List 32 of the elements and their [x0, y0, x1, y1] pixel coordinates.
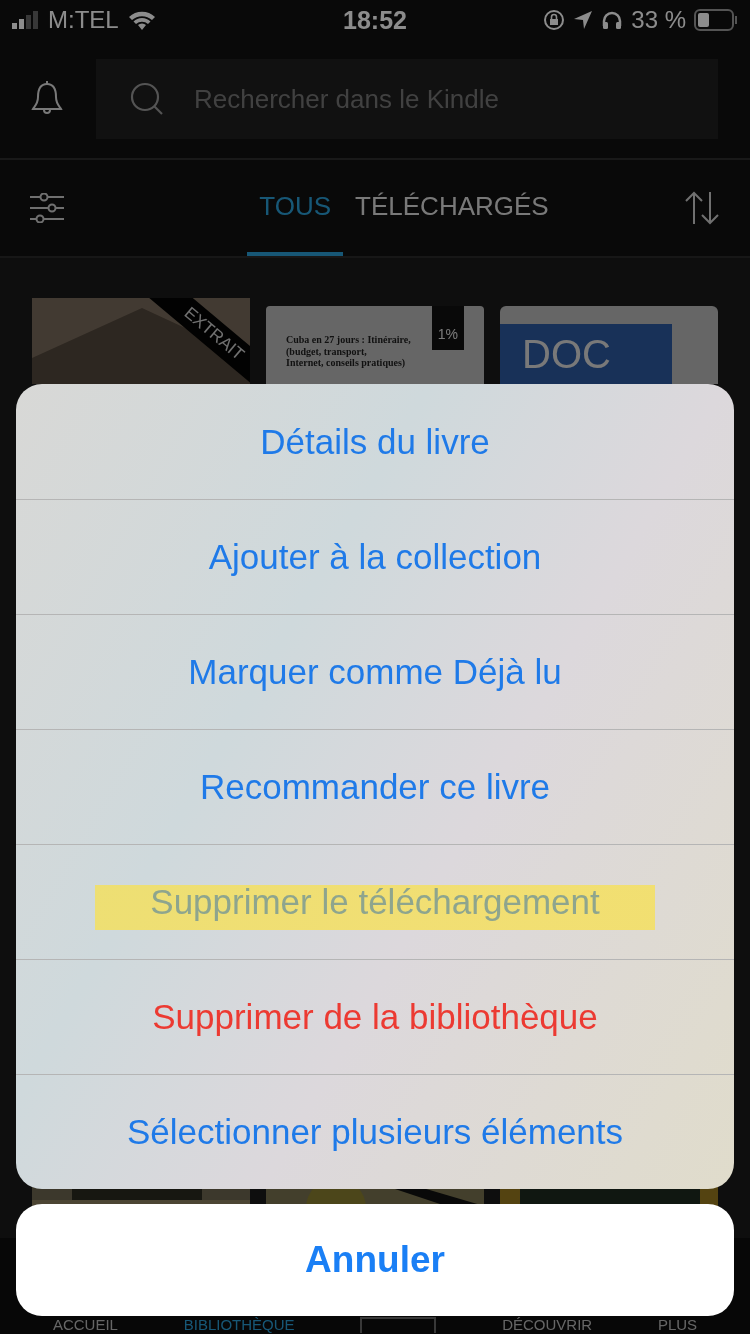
- battery-icon: [694, 9, 738, 31]
- carrier-name: M:TEL: [48, 6, 119, 34]
- document-cover[interactable]: Cuba en 27 jours : Itinéraire, (budget, transport, Internet, conseils pratiques) 1%: [266, 306, 484, 384]
- bottom-nav-tab[interactable]: ACCUEIL: [52, 1317, 118, 1333]
- document-title-line: Cuba en 27 jours : Itinéraire,: [286, 334, 412, 346]
- notification-bell-icon[interactable]: [30, 81, 64, 117]
- library-tab[interactable]: TOUS: [247, 160, 344, 256]
- action-sheet-option[interactable]: Supprimer de la bibliothèque: [16, 959, 734, 1074]
- bottom-nav-tab[interactable]: PLUS: [657, 1317, 698, 1333]
- filter-icon[interactable]: [30, 193, 64, 223]
- action-sheet-option[interactable]: Recommander ce livre: [16, 729, 734, 844]
- battery-percent: 33 %: [631, 6, 686, 34]
- signal-icon: [12, 11, 40, 29]
- bottom-nav-tab[interactable]: DÉCOUVRIR: [502, 1317, 593, 1333]
- location-icon: [573, 10, 594, 30]
- rotation-lock-icon: [543, 9, 566, 31]
- action-sheet-option[interactable]: Ajouter à la collection: [16, 499, 734, 614]
- search-icon: [130, 82, 164, 116]
- action-sheet-option[interactable]: Sélectionner plusieurs éléments: [16, 1074, 734, 1189]
- headphones-icon: [601, 10, 624, 30]
- clock-time: 18:52: [343, 5, 407, 35]
- doc-label: DOC: [500, 324, 672, 384]
- action-sheet-option[interactable]: Marquer comme Déjà lu: [16, 614, 734, 729]
- document-title-line: Internet, conseils pratiques): [286, 357, 407, 369]
- library-tab[interactable]: TÉLÉCHARGÉS: [343, 160, 561, 256]
- document-cover[interactable]: DOC: [500, 306, 718, 384]
- cancel-button[interactable]: Annuler: [16, 1204, 734, 1316]
- document-title-line: (budget, transport,: [286, 345, 368, 357]
- sort-icon[interactable]: [684, 191, 720, 225]
- action-sheet-option[interactable]: Détails du livre: [16, 384, 734, 499]
- bottom-nav-tab[interactable]: BIBLIOTHÈQUE: [183, 1317, 295, 1333]
- progress-badge: 1%: [431, 306, 464, 350]
